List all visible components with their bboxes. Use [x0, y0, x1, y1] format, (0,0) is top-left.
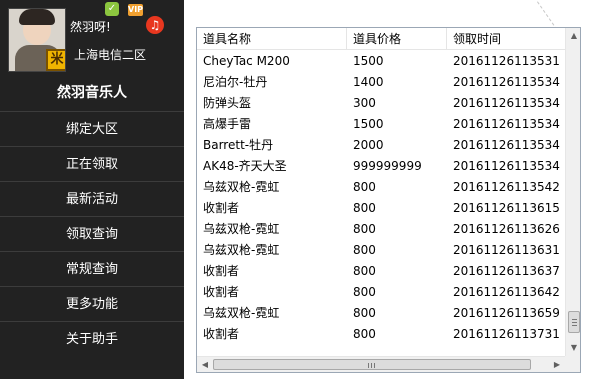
cell-item-name: CheyTac M200 — [203, 54, 290, 68]
claim-records-table: 道具名称 道具价格 领取时间 CheyTac M200 1500 201611261… — [196, 27, 581, 373]
vertical-scroll-thumb[interactable] — [568, 311, 580, 333]
cell-item-price: 999999999 — [353, 159, 422, 173]
cell-item-price: 800 — [353, 180, 376, 194]
scroll-down-icon[interactable]: ▼ — [566, 340, 580, 356]
cell-item-name: 乌兹双枪-霓虹 — [203, 222, 280, 236]
scroll-up-icon[interactable]: ▲ — [566, 28, 580, 44]
sidebar-menu: 然羽音乐人 绑定大区 正在领取 最新活动 领取查询 常规查询 更多功能 关于助手 — [0, 76, 184, 356]
table-row[interactable]: 收割者 800 20161126113637 — [197, 261, 565, 282]
horizontal-scroll-thumb[interactable] — [213, 359, 531, 370]
table-row[interactable]: 乌兹双枪-霓虹 800 20161126113626 — [197, 219, 565, 240]
menu-item-latest-events[interactable]: 最新活动 — [0, 181, 184, 216]
cell-claim-time: 20161126113534 — [453, 117, 560, 131]
grip-line — [374, 363, 375, 368]
column-header-item-price[interactable]: 道具价格 — [347, 28, 447, 50]
cell-item-price: 800 — [353, 201, 376, 215]
table-row[interactable]: 乌兹双枪-霓虹 800 20161126113631 — [197, 240, 565, 261]
cell-claim-time: 20161126113531 — [453, 54, 560, 68]
menu-item-claim-query[interactable]: 领取查询 — [0, 216, 184, 251]
cell-claim-time: 20161126113637 — [453, 264, 560, 278]
cell-item-name: 乌兹双枪-霓虹 — [203, 180, 280, 194]
sidebar: 米 ✓ VIP ♫ 然羽呀! 上海电信二区 然羽音乐人 绑定大区 正在领取 最新… — [0, 0, 184, 379]
cell-item-name: 尼泊尔-牡丹 — [203, 75, 268, 89]
table-row[interactable]: AK48-齐天大圣 999999999 20161126113534 — [197, 156, 565, 177]
music-note-icon[interactable]: ♫ — [146, 16, 164, 34]
column-header-item-name[interactable]: 道具名称 — [197, 28, 347, 50]
cell-item-name: 收割者 — [203, 327, 240, 341]
cell-item-name: 高爆手雷 — [203, 117, 252, 131]
table-row[interactable]: CheyTac M200 1500 20161126113531 — [197, 51, 565, 72]
cell-item-price: 300 — [353, 96, 376, 110]
avatar[interactable]: 米 — [8, 8, 66, 72]
menu-item-about[interactable]: 关于助手 — [0, 321, 184, 356]
cell-item-name: 收割者 — [203, 285, 240, 299]
cell-item-price: 800 — [353, 327, 376, 341]
table-row[interactable]: 收割者 800 20161126113615 — [197, 198, 565, 219]
table-row[interactable]: 收割者 800 20161126113731 — [197, 324, 565, 345]
cell-claim-time: 20161126113642 — [453, 285, 560, 299]
cell-item-price: 800 — [353, 243, 376, 257]
table-row[interactable]: 高爆手雷 1500 20161126113534 — [197, 114, 565, 135]
menu-item-more-features[interactable]: 更多功能 — [0, 286, 184, 321]
cell-item-price: 1400 — [353, 75, 384, 89]
table-row[interactable]: 尼泊尔-牡丹 1400 20161126113534 — [197, 72, 565, 93]
grip-line — [572, 322, 577, 323]
table-row[interactable]: 乌兹双枪-霓虹 800 20161126113659 — [197, 303, 565, 324]
table-body: CheyTac M200 1500 20161126113531 尼泊尔-牡丹 1400… — [197, 51, 565, 356]
avatar-hair — [19, 9, 55, 25]
cell-claim-time: 20161126113659 — [453, 306, 560, 320]
vip-badge-icon[interactable]: VIP — [128, 4, 143, 16]
horizontal-scrollbar[interactable]: ◀ ▶ — [197, 356, 565, 372]
cell-item-name: 收割者 — [203, 264, 240, 278]
cell-item-price: 800 — [353, 285, 376, 299]
cell-item-name: 乌兹双枪-霓虹 — [203, 306, 280, 320]
grip-line — [368, 363, 369, 368]
grip-line — [572, 319, 577, 320]
menu-item-regular-query[interactable]: 常规查询 — [0, 251, 184, 286]
table-row[interactable]: 乌兹双枪-霓虹 800 20161126113542 — [197, 177, 565, 198]
scrollbar-corner — [565, 356, 580, 372]
cell-claim-time: 20161126113534 — [453, 138, 560, 152]
rank-badge-icon: 米 — [46, 49, 65, 71]
cell-item-name: Barrett-牡丹 — [203, 138, 274, 152]
server-region: 上海电信二区 — [74, 48, 147, 62]
cell-claim-time: 20161126113534 — [453, 75, 560, 89]
cell-item-price: 800 — [353, 264, 376, 278]
cell-claim-time: 20161126113615 — [453, 201, 560, 215]
cell-item-price: 800 — [353, 306, 376, 320]
cell-claim-time: 20161126113542 — [453, 180, 560, 194]
table-row[interactable]: Barrett-牡丹 2000 20161126113534 — [197, 135, 565, 156]
column-header-claim-time[interactable]: 领取时间 — [447, 28, 565, 50]
scroll-right-icon[interactable]: ▶ — [549, 357, 565, 372]
scroll-left-icon[interactable]: ◀ — [197, 357, 213, 372]
cell-item-price: 2000 — [353, 138, 384, 152]
cell-claim-time: 20161126113631 — [453, 243, 560, 257]
cell-item-name: 收割者 — [203, 201, 240, 215]
grip-line — [572, 325, 577, 326]
cell-item-price: 1500 — [353, 117, 384, 131]
cell-claim-time: 20161126113626 — [453, 222, 560, 236]
username: 然羽呀! — [70, 20, 111, 34]
cell-item-name: AK48-齐天大圣 — [203, 159, 287, 173]
grip-line — [371, 363, 372, 368]
cell-item-name: 乌兹双枪-霓虹 — [203, 243, 280, 257]
cell-claim-time: 20161126113731 — [453, 327, 560, 341]
cell-item-name: 防弹头盔 — [203, 96, 252, 110]
table-header: 道具名称 道具价格 领取时间 — [197, 28, 565, 50]
cell-item-price: 800 — [353, 222, 376, 236]
menu-item-claiming[interactable]: 正在领取 — [0, 146, 184, 181]
menu-item-music-artist[interactable]: 然羽音乐人 — [0, 76, 184, 111]
user-profile: 米 ✓ VIP ♫ 然羽呀! 上海电信二区 — [0, 0, 184, 76]
table-row[interactable]: 收割者 800 20161126113642 — [197, 282, 565, 303]
table-row[interactable]: 防弹头盔 300 20161126113534 — [197, 93, 565, 114]
cell-claim-time: 20161126113534 — [453, 96, 560, 110]
vertical-scrollbar[interactable]: ▲ ▼ — [565, 28, 580, 356]
menu-item-bind-region[interactable]: 绑定大区 — [0, 111, 184, 146]
cell-claim-time: 20161126113534 — [453, 159, 560, 173]
cell-item-price: 1500 — [353, 54, 384, 68]
vip-status-icon[interactable]: ✓ — [105, 2, 119, 16]
